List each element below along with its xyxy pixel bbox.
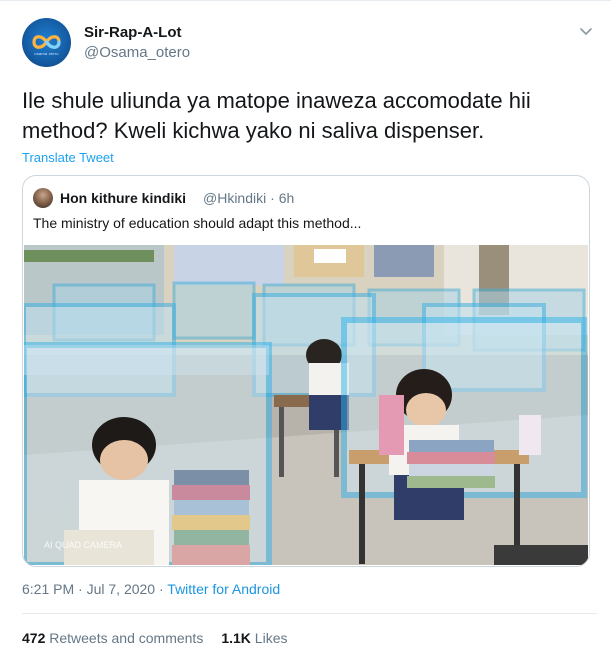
author-handle[interactable]: @Osama_otero bbox=[84, 44, 190, 61]
tweet-time: 6:21 PM bbox=[22, 581, 75, 597]
chevron-down-icon[interactable] bbox=[578, 23, 594, 39]
quoted-tweet[interactable]: Hon kithure kindiki @Hkindiki · 6h The m… bbox=[22, 175, 590, 567]
retweets-label: Retweets and comments bbox=[49, 630, 204, 646]
avatar-caption: osama otero bbox=[34, 51, 59, 56]
likes-label: Likes bbox=[254, 630, 288, 646]
quoted-meta-separator: · bbox=[266, 190, 279, 206]
likes-stat[interactable]: 1.1K Likes bbox=[221, 630, 287, 646]
quoted-time: 6h bbox=[278, 190, 295, 206]
tweet-metadata: 6:21 PM · Jul 7, 2020 · Twitter for Andr… bbox=[22, 581, 280, 597]
top-border bbox=[0, 0, 611, 1]
tweet-text: Ile shule uliunda ya matope inaweza acco… bbox=[22, 88, 531, 143]
translate-tweet-link[interactable]: Translate Tweet bbox=[22, 150, 114, 165]
quoted-author-name: Hon kithure kindiki bbox=[60, 190, 187, 206]
quoted-author-meta: @Hkindiki · 6h bbox=[203, 190, 294, 206]
retweets-stat[interactable]: 472 Retweets and comments bbox=[22, 630, 203, 646]
likes-count: 1.1K bbox=[221, 630, 251, 646]
meta-dot: · bbox=[74, 581, 87, 597]
stats-divider bbox=[22, 613, 597, 614]
retweets-count: 472 bbox=[22, 630, 46, 646]
meta-dot-2: · bbox=[155, 581, 168, 597]
quoted-tweet-text: The ministry of education should adapt t… bbox=[33, 215, 362, 231]
quoted-media-image[interactable]: AI QUAD CAMERA bbox=[24, 245, 588, 565]
tweet-source-link[interactable]: Twitter for Android bbox=[167, 581, 280, 597]
tweet-date: Jul 7, 2020 bbox=[86, 581, 156, 597]
author-avatar[interactable]: osama otero bbox=[22, 18, 71, 67]
quoted-author-avatar bbox=[33, 188, 53, 208]
tweet-stats: 472 Retweets and comments 1.1K Likes bbox=[22, 630, 287, 646]
infinity-logo-icon bbox=[32, 35, 61, 49]
quoted-author-handle: @Hkindiki bbox=[203, 190, 267, 206]
camera-watermark: AI QUAD CAMERA bbox=[44, 540, 122, 550]
author-display-name[interactable]: Sir-Rap-A-Lot bbox=[84, 24, 182, 41]
